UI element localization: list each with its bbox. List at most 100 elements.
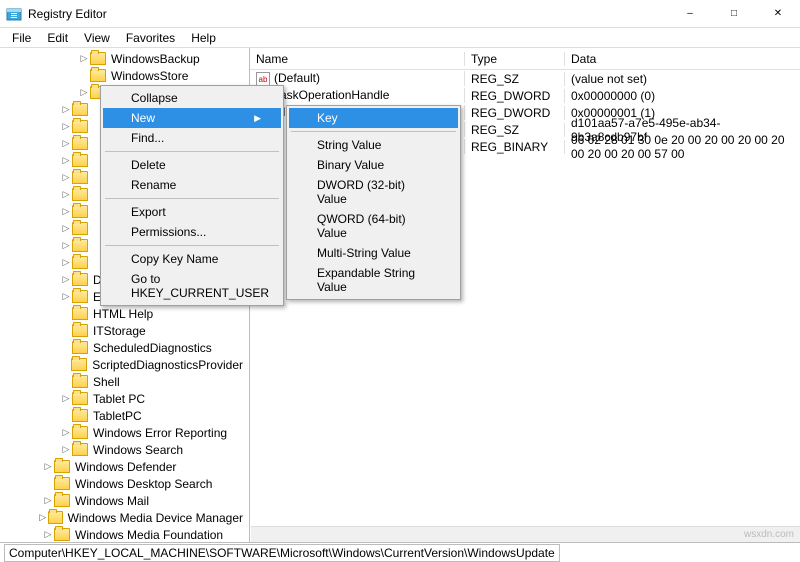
expand-icon[interactable]: ▷ <box>78 53 90 64</box>
menu-item-label: Expandable String Value <box>317 266 438 294</box>
tree-node[interactable]: ITStorage <box>0 322 249 339</box>
menu-view[interactable]: View <box>76 30 118 46</box>
folder-icon <box>72 392 88 405</box>
expand-icon[interactable]: ▷ <box>60 393 72 404</box>
expand-icon[interactable]: ▷ <box>60 240 72 251</box>
maximize-button[interactable]: □ <box>712 0 756 27</box>
tree-node[interactable]: ▷Windows Defender <box>0 458 249 475</box>
watermark: wsxdn.com <box>744 529 794 540</box>
tree-node[interactable]: Windows Desktop Search <box>0 475 249 492</box>
menu-item-dword-32-bit-value[interactable]: DWORD (32-bit) Value <box>289 175 458 209</box>
expand-icon[interactable]: ▷ <box>60 444 72 455</box>
expand-icon[interactable]: ▷ <box>60 172 72 183</box>
expand-icon[interactable]: ▷ <box>60 206 72 217</box>
expand-icon[interactable]: ▷ <box>60 257 72 268</box>
menu-item-label: Copy Key Name <box>131 252 218 266</box>
folder-icon <box>72 324 88 337</box>
expand-icon[interactable]: ▷ <box>60 223 72 234</box>
expand-icon[interactable]: ▷ <box>60 274 72 285</box>
column-type[interactable]: Type <box>465 52 565 66</box>
menu-favorites[interactable]: Favorites <box>118 30 183 46</box>
menu-item-rename[interactable]: Rename <box>103 175 281 195</box>
folder-icon <box>72 120 88 133</box>
menu-item-label: QWORD (64-bit) Value <box>317 212 438 240</box>
list-row[interactable]: 01TaskOperationHandleREG_DWORD0x00000000… <box>250 87 800 104</box>
folder-icon <box>72 188 88 201</box>
column-name[interactable]: Name <box>250 52 465 66</box>
menu-item-copy-key-name[interactable]: Copy Key Name <box>103 249 281 269</box>
menu-item-label: Find... <box>131 131 164 145</box>
menu-item-label: Key <box>317 111 338 125</box>
menu-file[interactable]: File <box>4 30 39 46</box>
minimize-button[interactable]: – <box>668 0 712 27</box>
tree-node[interactable]: WindowsStore <box>0 67 249 84</box>
tree-node-label: Windows Search <box>91 443 185 457</box>
value-name: (Default) <box>274 71 320 85</box>
menu-separator <box>105 198 279 199</box>
menu-item-multi-string-value[interactable]: Multi-String Value <box>289 243 458 263</box>
horizontal-scrollbar[interactable] <box>251 526 800 542</box>
tree-node[interactable]: ▷Windows Mail <box>0 492 249 509</box>
expand-icon[interactable]: ▷ <box>42 461 54 472</box>
tree-node[interactable]: HTML Help <box>0 305 249 322</box>
context-menu[interactable]: CollapseNew▶ Find... Delete Rename ExportPer… <box>100 85 284 306</box>
tree-node[interactable]: ▷ Windows Media Foundation <box>0 526 249 542</box>
folder-icon <box>72 239 88 252</box>
menu-item-string-value[interactable]: String Value <box>289 135 458 155</box>
expand-icon[interactable]: ▷ <box>42 495 54 506</box>
folder-icon <box>72 222 88 235</box>
expand-icon[interactable]: ▷ <box>60 104 72 115</box>
menu-item-permissions[interactable]: Permissions... <box>103 222 281 242</box>
list-header[interactable]: Name Type Data <box>250 48 800 70</box>
tree-node[interactable]: ▷ Windows Search <box>0 441 249 458</box>
folder-icon <box>72 375 88 388</box>
tree-node[interactable]: ScheduledDiagnostics <box>0 339 249 356</box>
tree-node-label: Windows Desktop Search <box>73 477 214 491</box>
close-button[interactable]: ✕ <box>756 0 800 27</box>
expand-icon[interactable]: ▷ <box>60 291 72 302</box>
menu-item-new[interactable]: New▶ <box>103 108 281 128</box>
tree-node[interactable]: ScriptedDiagnosticsProvider <box>0 356 249 373</box>
folder-icon <box>72 171 88 184</box>
folder-icon <box>72 443 88 456</box>
menu-item-binary-value[interactable]: Binary Value <box>289 155 458 175</box>
menu-help[interactable]: Help <box>183 30 224 46</box>
column-data[interactable]: Data <box>565 52 800 66</box>
value-name: TaskOperationHandle <box>274 88 389 102</box>
tree-node[interactable]: ▷Tablet PC <box>0 390 249 407</box>
expand-icon[interactable]: ▷ <box>60 138 72 149</box>
menu-edit[interactable]: Edit <box>39 30 76 46</box>
menu-item-export[interactable]: Export <box>103 202 281 222</box>
expand-icon[interactable]: ▷ <box>37 512 48 523</box>
value-data: (value not set) <box>565 72 800 86</box>
menu-item-qword-64-bit-value[interactable]: QWORD (64-bit) Value <box>289 209 458 243</box>
expand-icon[interactable]: ▷ <box>42 529 54 540</box>
folder-icon <box>72 290 88 303</box>
menu-item-delete[interactable]: Delete <box>103 155 281 175</box>
menu-item-label: Rename <box>131 178 176 192</box>
tree-node[interactable]: TabletPC <box>0 407 249 424</box>
menu-item-key[interactable]: Key <box>289 108 458 128</box>
list-row[interactable]: ab(Default)REG_SZ(value not set) <box>250 70 800 87</box>
tree-node-label: TabletPC <box>91 409 144 423</box>
tree-node[interactable]: ▷Windows Media Device Manager <box>0 509 249 526</box>
menu-item-collapse[interactable]: Collapse <box>103 88 281 108</box>
tree-node-label: Shell <box>91 375 122 389</box>
expand-icon[interactable]: ▷ <box>60 427 72 438</box>
tree-node-label: ScriptedDiagnosticsProvider <box>90 358 245 372</box>
expand-icon[interactable]: ▷ <box>78 87 90 98</box>
tree-node-label: Windows Media Foundation <box>73 528 225 542</box>
value-data: 06 02 28 01 30 0e 20 00 20 00 20 00 20 0… <box>565 133 800 161</box>
context-submenu-new[interactable]: Key String ValueBinary ValueDWORD (32-bit… <box>286 105 461 300</box>
expand-icon[interactable]: ▷ <box>60 155 72 166</box>
tree-node[interactable]: ▷WindowsBackup <box>0 50 249 67</box>
expand-icon[interactable]: ▷ <box>60 189 72 200</box>
menu-item-expandable-string-value[interactable]: Expandable String Value <box>289 263 458 297</box>
menu-item-go-to-hkey-current-user[interactable]: Go to HKEY_CURRENT_USER <box>103 269 281 303</box>
menu-item-find[interactable]: Find... <box>103 128 281 148</box>
folder-icon <box>72 103 88 116</box>
expand-icon[interactable]: ▷ <box>60 121 72 132</box>
tree-node[interactable]: ▷Windows Error Reporting <box>0 424 249 441</box>
folder-icon <box>54 477 70 490</box>
tree-node[interactable]: Shell <box>0 373 249 390</box>
